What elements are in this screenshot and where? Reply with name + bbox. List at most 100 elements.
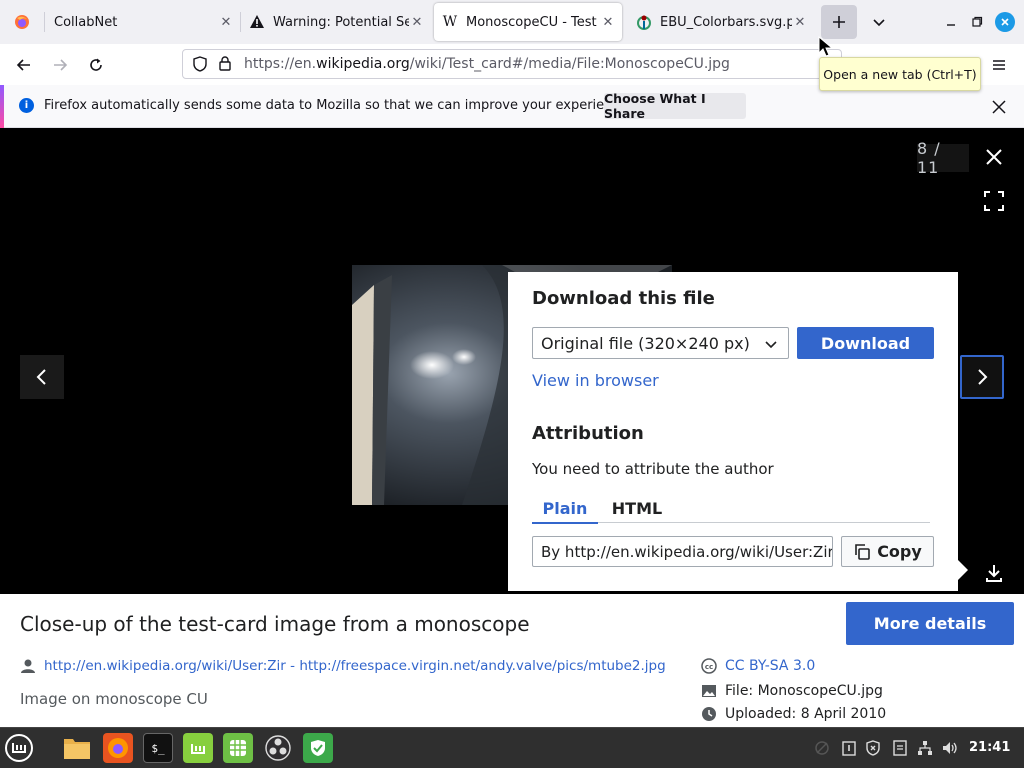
license-row: cc CC BY-SA 3.0 [701, 658, 815, 674]
firefox-icon[interactable] [103, 733, 133, 763]
clipboard-icon[interactable] [840, 739, 858, 757]
notification-close-button[interactable] [988, 96, 1010, 118]
attribution-heading: Attribution [532, 423, 644, 444]
warning-icon [249, 14, 265, 30]
new-tab-tooltip: Open a new tab (Ctrl+T) [819, 57, 981, 91]
next-image-button[interactable] [960, 355, 1004, 399]
author-link[interactable]: http://en.wikipedia.org/wiki/User:Zir - … [44, 658, 666, 674]
wikimedia-icon [636, 14, 652, 30]
tab-title: Warning: Potential Sec [273, 14, 409, 30]
download-button[interactable]: Download [797, 327, 934, 359]
list-all-tabs-button[interactable] [866, 10, 892, 34]
terminal-icon[interactable]: $_ [143, 733, 173, 763]
shield-icon[interactable] [192, 56, 208, 76]
chevron-left-icon [36, 369, 46, 385]
close-window-button[interactable] [995, 12, 1015, 32]
arrow-right-icon [54, 59, 68, 71]
file-row: File: MonoscopeCU.jpg [701, 683, 883, 699]
tab-ebu-colorbars[interactable]: EBU_Colorbars.svg.png ✕ [636, 0, 808, 44]
new-tab-button[interactable] [821, 5, 857, 39]
minimize-button[interactable] [941, 12, 961, 32]
copy-button[interactable]: Copy [841, 536, 934, 567]
reload-icon [90, 58, 102, 71]
image-icon [702, 685, 716, 697]
license-link[interactable]: CC BY-SA 3.0 [725, 658, 815, 674]
lock-icon[interactable] [218, 55, 232, 75]
fullscreen-icon [984, 191, 1004, 211]
tab-plain[interactable]: Plain [532, 494, 598, 524]
forward-button[interactable] [45, 50, 75, 80]
download-heading: Download this file [532, 288, 715, 309]
tab-monoscope[interactable]: W MonoscopeCU - Test ca ✕ [434, 3, 622, 41]
fullscreen-button[interactable] [982, 189, 1006, 213]
tab-html[interactable]: HTML [604, 494, 670, 523]
choose-what-i-share-button[interactable]: Choose What I Share [604, 91, 746, 121]
tab-title: EBU_Colorbars.svg.png [660, 14, 792, 30]
chevron-down-icon [873, 19, 885, 27]
tab-collabnet[interactable]: CollabNet ✕ [54, 0, 234, 44]
spreadsheet-icon[interactable] [223, 733, 253, 763]
volume-icon[interactable] [941, 739, 959, 757]
close-icon[interactable]: ✕ [600, 15, 616, 30]
chevron-down-icon [765, 341, 777, 349]
url-bar[interactable]: https://en.wikipedia.org/wiki/Test_card#… [182, 49, 842, 79]
files-icon[interactable] [62, 733, 92, 763]
tab-warning[interactable]: Warning: Potential Sec ✕ [249, 0, 425, 44]
attribution-tabs: Plain HTML [532, 494, 930, 524]
clock[interactable]: 21:41 [969, 740, 1010, 755]
info-icon: i [19, 98, 34, 113]
obs-icon[interactable] [263, 733, 293, 763]
svg-text:cc: cc [705, 663, 713, 671]
reload-button[interactable] [81, 50, 111, 80]
notes-icon[interactable] [891, 739, 909, 757]
image-description: Image on monoscope CU [20, 690, 208, 708]
shield-icon[interactable] [303, 733, 333, 763]
viewer-close-button[interactable] [982, 145, 1006, 169]
download-toggle-button[interactable] [974, 553, 1014, 593]
plus-icon [833, 16, 845, 28]
previous-image-button[interactable] [20, 355, 64, 399]
arrow-left-icon [16, 59, 30, 71]
upload-date: Uploaded: 8 April 2010 [725, 706, 887, 722]
restore-button[interactable] [967, 12, 987, 32]
close-icon[interactable]: ✕ [218, 15, 234, 30]
clock-icon [702, 707, 716, 721]
mouse-cursor-icon [818, 36, 834, 57]
tab-firefox-view[interactable] [0, 0, 44, 44]
attribution-text: You need to attribute the author [532, 460, 774, 478]
tab-title: MonoscopeCU - Test ca [466, 14, 600, 30]
close-icon [992, 100, 1006, 114]
chevron-right-icon [978, 369, 988, 385]
restore-icon [972, 16, 983, 27]
file-name: File: MonoscopeCU.jpg [725, 683, 883, 699]
copy-label: Copy [877, 542, 922, 561]
close-icon [1001, 18, 1009, 26]
linux-mint-menu-icon[interactable] [4, 733, 34, 763]
size-select[interactable]: Original file (320×240 px) [532, 327, 789, 359]
view-in-browser-link[interactable]: View in browser [532, 371, 659, 390]
attribution-field[interactable]: By http://en.wikipedia.org/wiki/User:Zir [532, 536, 833, 567]
hamburger-icon [993, 60, 1005, 70]
close-icon [986, 149, 1002, 165]
firefox-icon [14, 14, 30, 30]
url-text[interactable]: https://en.wikipedia.org/wiki/Test_card#… [244, 56, 730, 72]
more-details-button[interactable]: More details [846, 602, 1014, 645]
mintinstall-icon[interactable] [183, 733, 213, 763]
tab-strip: CollabNet ✕ Warning: Potential Sec ✕ W M… [0, 0, 1024, 44]
wikipedia-icon: W [442, 14, 458, 30]
image-info-panel: Close-up of the test-card image from a m… [0, 594, 1024, 727]
back-button[interactable] [9, 50, 39, 80]
uploaded-row: Uploaded: 8 April 2010 [701, 706, 886, 722]
image-caption: Close-up of the test-card image from a m… [20, 612, 530, 636]
image-counter: 8 / 11 [917, 139, 969, 177]
network-off-icon[interactable] [813, 739, 831, 757]
download-dialog: Download this file Original file (320×24… [508, 272, 958, 591]
size-select-value: Original file (320×240 px) [541, 333, 750, 353]
close-icon[interactable]: ✕ [409, 15, 425, 30]
network-icon[interactable] [916, 739, 934, 757]
update-shield-icon[interactable] [864, 739, 882, 757]
creative-commons-icon: cc [701, 658, 717, 674]
tab-title: CollabNet [54, 14, 118, 30]
close-icon[interactable]: ✕ [792, 15, 808, 30]
app-menu-button[interactable] [988, 54, 1010, 76]
